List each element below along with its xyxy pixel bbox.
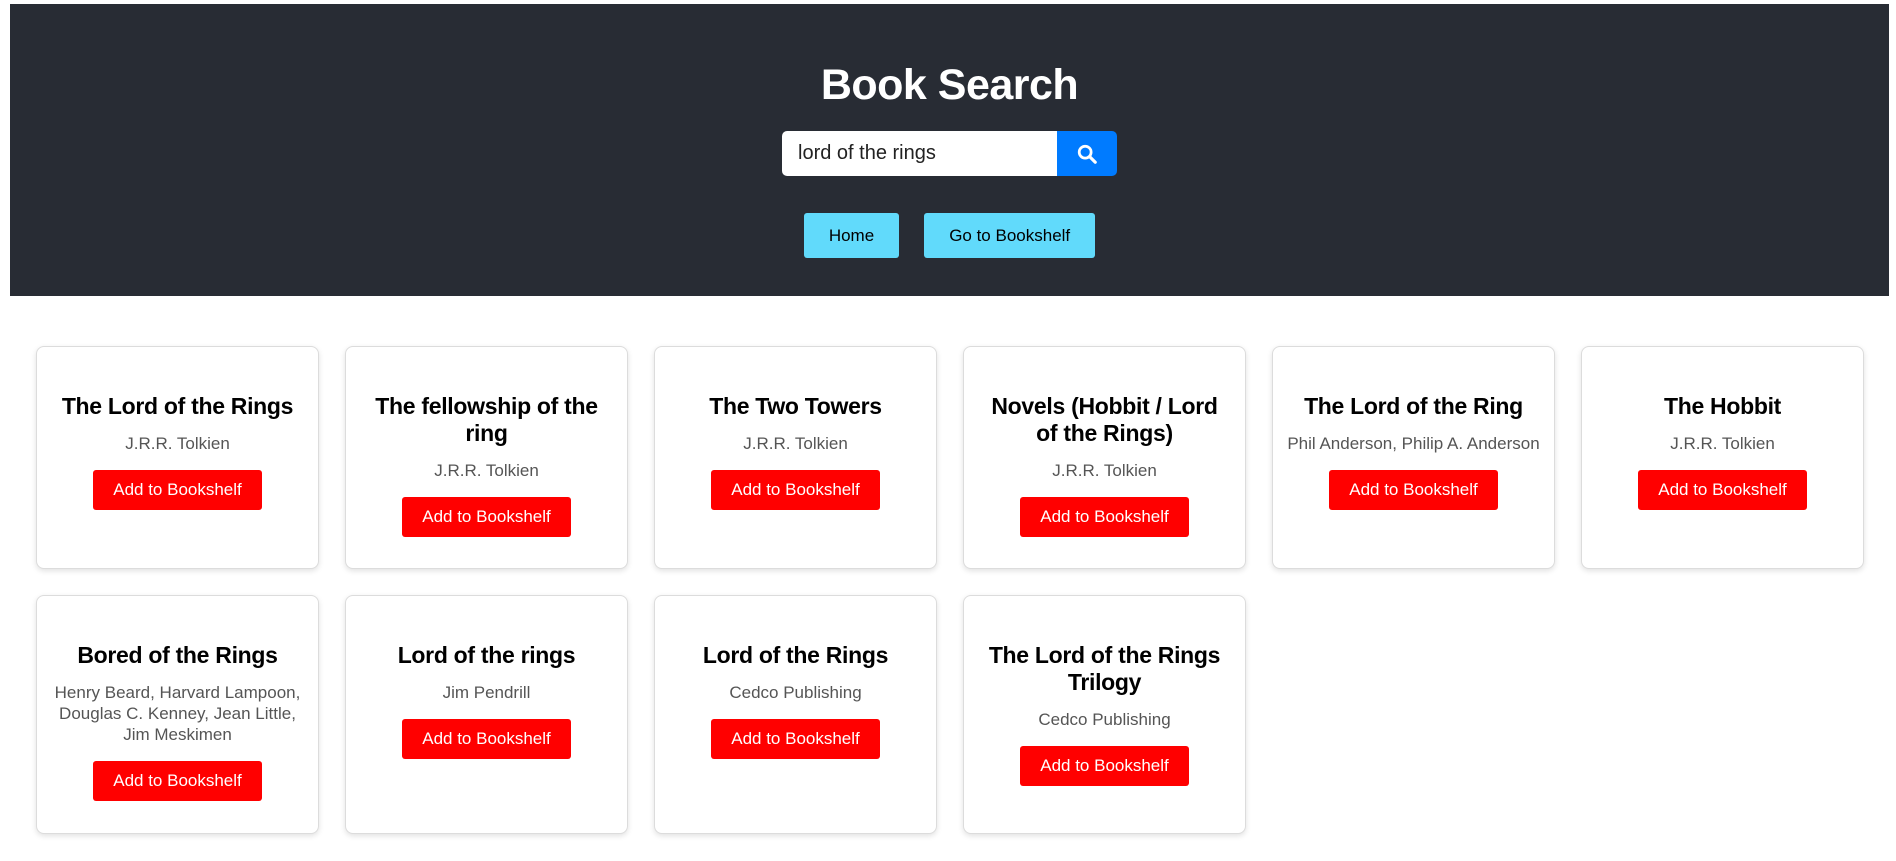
- book-card: The Lord of the Rings J.R.R. Tolkien Add…: [36, 346, 319, 569]
- book-author: Jim Pendrill: [442, 683, 531, 702]
- search-icon: [1077, 144, 1097, 164]
- book-title: Bored of the Rings: [77, 642, 278, 668]
- add-to-bookshelf-button[interactable]: Add to Bookshelf: [711, 470, 880, 510]
- book-title: The Hobbit: [1663, 393, 1782, 419]
- book-author: Cedco Publishing: [729, 683, 862, 702]
- page-title: Book Search: [820, 61, 1079, 109]
- book-title: The Lord of the Rings: [61, 393, 294, 419]
- add-to-bookshelf-button[interactable]: Add to Bookshelf: [1638, 470, 1807, 510]
- book-author: J.R.R. Tolkien: [1670, 434, 1775, 453]
- add-to-bookshelf-button[interactable]: Add to Bookshelf: [402, 497, 571, 537]
- book-author: J.R.R. Tolkien: [125, 434, 230, 453]
- book-author: Cedco Publishing: [1038, 710, 1171, 729]
- book-card: The Lord of the Ring Phil Anderson, Phil…: [1272, 346, 1555, 569]
- book-title: Novels (Hobbit / Lord of the Rings): [991, 393, 1218, 446]
- search-bar: [782, 131, 1117, 176]
- add-to-bookshelf-button[interactable]: Add to Bookshelf: [93, 470, 262, 510]
- book-title: The Two Towers: [709, 393, 882, 419]
- book-author: J.R.R. Tolkien: [434, 461, 539, 480]
- book-author: Phil Anderson, Philip A. Anderson: [1287, 434, 1540, 453]
- book-card: Bored of the Rings Henry Beard, Harvard …: [36, 595, 319, 834]
- results-grid: The Lord of the Rings J.R.R. Tolkien Add…: [36, 346, 1864, 834]
- book-card: The Lord of the Rings Trilogy Cedco Publ…: [963, 595, 1246, 834]
- book-title: The Lord of the Ring: [1304, 393, 1523, 419]
- book-title: The Lord of the Rings Trilogy: [988, 642, 1221, 695]
- book-title: The fellowship of the ring: [375, 393, 598, 446]
- add-to-bookshelf-button[interactable]: Add to Bookshelf: [93, 761, 262, 801]
- app-header: Book Search Home Go to Bookshelf: [10, 4, 1889, 296]
- book-card: The fellowship of the ring J.R.R. Tolkie…: [345, 346, 628, 569]
- book-card: Lord of the rings Jim Pendrill Add to Bo…: [345, 595, 628, 834]
- book-title: Lord of the rings: [397, 642, 576, 668]
- add-to-bookshelf-button[interactable]: Add to Bookshelf: [1020, 497, 1189, 537]
- add-to-bookshelf-button[interactable]: Add to Bookshelf: [402, 719, 571, 759]
- book-author: J.R.R. Tolkien: [1052, 461, 1157, 480]
- search-button[interactable]: [1057, 131, 1117, 176]
- add-to-bookshelf-button[interactable]: Add to Bookshelf: [1020, 746, 1189, 786]
- home-button[interactable]: Home: [803, 213, 900, 258]
- book-card: Lord of the Rings Cedco Publishing Add t…: [654, 595, 937, 834]
- book-card: Novels (Hobbit / Lord of the Rings) J.R.…: [963, 346, 1246, 569]
- add-to-bookshelf-button[interactable]: Add to Bookshelf: [1329, 470, 1498, 510]
- add-to-bookshelf-button[interactable]: Add to Bookshelf: [711, 719, 880, 759]
- nav-buttons: Home Go to Bookshelf: [10, 213, 1889, 258]
- book-search-page: Book Search Home Go to Bookshelf The Lor…: [0, 0, 1896, 861]
- go-to-bookshelf-button[interactable]: Go to Bookshelf: [924, 213, 1096, 258]
- book-author: Henry Beard, Harvard Lampoon, Douglas C.…: [54, 683, 301, 744]
- search-input[interactable]: [782, 131, 1057, 176]
- book-card: The Hobbit J.R.R. Tolkien Add to Bookshe…: [1581, 346, 1864, 569]
- book-card: The Two Towers J.R.R. Tolkien Add to Boo…: [654, 346, 937, 569]
- book-author: J.R.R. Tolkien: [743, 434, 848, 453]
- book-title: Lord of the Rings: [702, 642, 889, 668]
